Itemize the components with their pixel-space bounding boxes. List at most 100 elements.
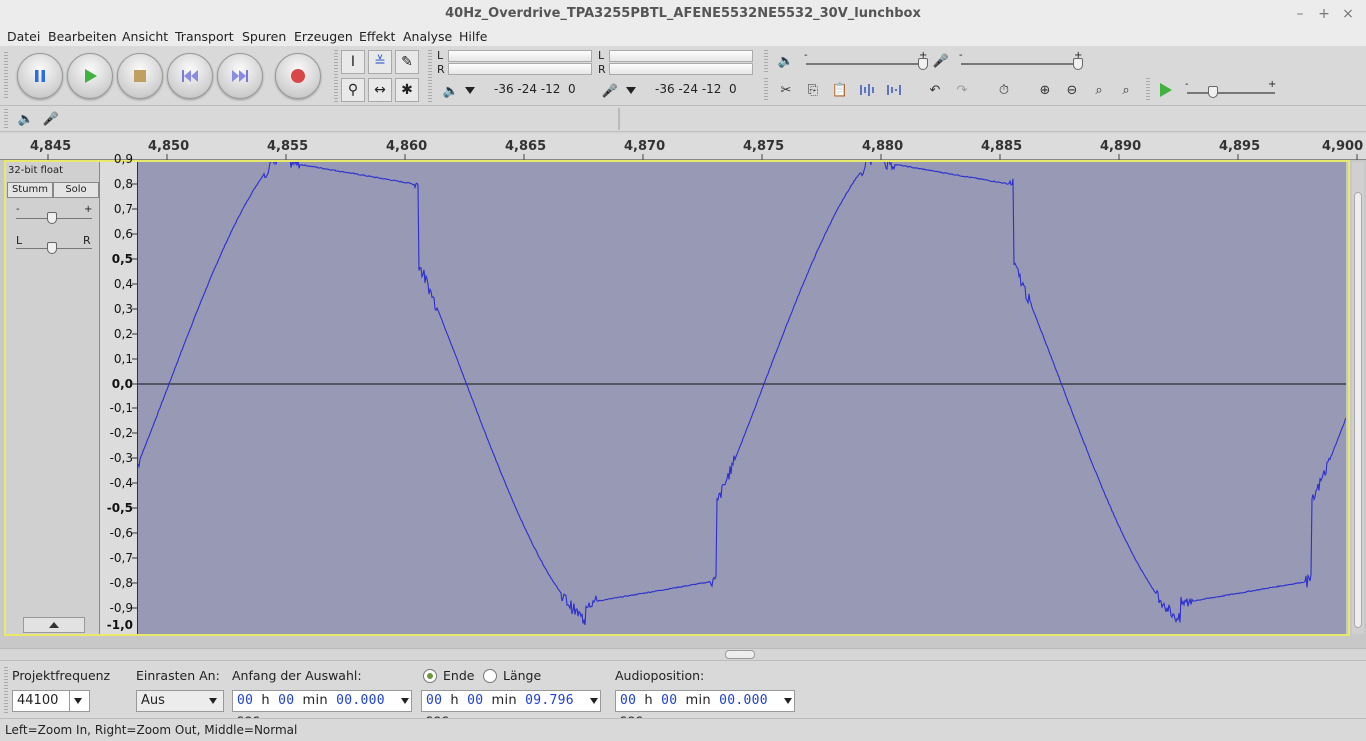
record-meter-menu[interactable] [626,87,636,94]
collapse-track-button[interactable] [23,617,85,633]
playback-meter-left[interactable] [448,50,592,62]
audio-position-time[interactable]: 00 h 00 min 00.000 sec [615,690,795,728]
track-format: 32-bit float [8,165,64,176]
unit-h: h [450,693,459,708]
menu-erzeugen[interactable]: Erzeugen [294,28,353,46]
maximize-button[interactable]: + [1315,5,1333,23]
zoom-tool-button[interactable]: ⚲ [341,78,365,102]
audio-position-label: Audioposition: [615,668,705,683]
timeshift-tool-button[interactable]: ↔ [368,78,392,102]
zoom-out-icon[interactable]: ⊖ [1060,78,1084,102]
output-volume-slider[interactable] [806,63,926,65]
toolbar-grip[interactable] [334,50,338,102]
horizontal-scroll-thumb[interactable] [725,650,755,659]
track-control-panel[interactable]: 32-bit float Stumm Solo - + L R [6,162,100,634]
playback-meter-menu[interactable] [465,87,475,94]
envelope-tool-button[interactable]: ≚ [368,50,392,74]
mute-button[interactable]: Stumm [7,182,53,198]
selection-end-time[interactable]: 00 h 00 min 09.796 sec [421,690,601,728]
menu-hilfe[interactable]: Hilfe [459,28,487,46]
fit-selection-icon[interactable]: ⌕ [1087,78,1111,102]
input-volume-slider[interactable] [961,63,1081,65]
skip-end-button[interactable] [217,53,263,99]
close-button[interactable]: × [1339,5,1357,23]
meter-play-l-label: L [437,49,444,62]
project-rate-combo[interactable]: 44100 [12,690,90,712]
menu-bearbeiten[interactable]: Bearbeiten [48,28,117,46]
skip-start-button[interactable] [167,53,213,99]
trim-icon[interactable] [856,78,880,102]
ibeam-icon: I [350,54,356,70]
minutes: 00 [278,693,295,708]
arrows-horizontal-icon: ↔ [374,82,386,98]
output-volume-icon: 🔈 [777,53,795,69]
fit-project-icon[interactable]: ⌕ [1114,78,1138,102]
solo-button[interactable]: Solo [53,182,99,198]
menu-ansicht[interactable]: Ansicht [122,28,168,46]
pan-thumb[interactable] [47,242,57,254]
chevron-down-icon [209,698,217,704]
menu-effekt[interactable]: Effekt [359,28,395,46]
menu-spuren[interactable]: Spuren [242,28,286,46]
unit-min: min [491,693,517,708]
toolbar-grip[interactable] [4,52,8,100]
copy-icon[interactable]: ⎘ [801,78,825,102]
zoom-in-icon[interactable]: ⊕ [1033,78,1057,102]
pause-button[interactable] [17,53,63,99]
end-radio[interactable] [423,669,437,683]
record-meter-right[interactable] [609,63,753,75]
menu-analyse[interactable]: Analyse [403,28,452,46]
menu-transport[interactable]: Transport [175,28,234,46]
playback-meter-right[interactable] [448,63,592,75]
vertical-scroll-thumb[interactable] [1354,192,1362,628]
cut-icon[interactable]: ✂ [774,78,798,102]
seconds: 09.796 [525,693,574,708]
skip-end-icon [218,54,262,98]
play-icon [1160,83,1172,97]
speed-plus: + [1268,79,1277,90]
gain-thumb[interactable] [47,212,57,224]
length-radio[interactable] [483,669,497,683]
redo-icon[interactable]: ↷ [950,78,974,102]
unit-min: min [302,693,328,708]
toolbar-grip[interactable] [764,50,768,74]
undo-icon[interactable]: ↶ [923,78,947,102]
hours: 00 [426,693,443,708]
vertical-scrollbar[interactable] [1352,162,1364,634]
waveform-display[interactable] [138,162,1346,634]
record-meter-left[interactable] [609,50,753,62]
draw-tool-button[interactable]: ✎ [395,50,419,74]
seconds: 00.000 [719,693,768,708]
selection-start-time[interactable]: 00 h 00 min 00.000 sec [232,690,412,728]
menu-datei[interactable]: Datei [7,28,40,46]
silence-icon[interactable] [883,78,907,102]
toolbar-grip[interactable] [764,78,768,102]
multi-tool-button[interactable]: ✱ [395,78,419,102]
minimize-button[interactable]: – [1291,5,1309,23]
pause-icon [18,54,62,98]
timeline-ruler[interactable]: 4,845 4,850 4,855 4,860 4,865 4,870 4,87… [0,134,1366,160]
paste-icon[interactable]: 📋 [828,78,852,102]
record-button[interactable] [275,53,321,99]
toolbar-grip[interactable] [4,667,8,713]
snap-select[interactable]: Aus [136,690,224,712]
playback-speed-thumb[interactable] [1208,86,1218,98]
horizontal-scrollbar[interactable] [0,648,1366,660]
toolbar-grip[interactable] [428,50,432,102]
play-button[interactable] [67,53,113,99]
play-at-speed-button[interactable] [1153,78,1177,102]
record-icon [276,54,320,98]
gain-plus-label: + [84,204,93,215]
toolbar-separator [618,108,620,130]
input-volume-thumb[interactable] [1073,58,1083,70]
stop-icon [118,54,162,98]
end-label: Ende [443,668,475,683]
sync-lock-icon[interactable]: ⏱ [992,78,1016,102]
toolbar-grip[interactable] [1146,78,1150,102]
toolbar-grip[interactable] [4,109,8,129]
output-volume-thumb[interactable] [918,58,928,70]
stop-button[interactable] [117,53,163,99]
hours: 00 [237,693,254,708]
playback-speed-slider[interactable] [1187,92,1275,94]
selection-tool-button[interactable]: I [341,50,365,74]
